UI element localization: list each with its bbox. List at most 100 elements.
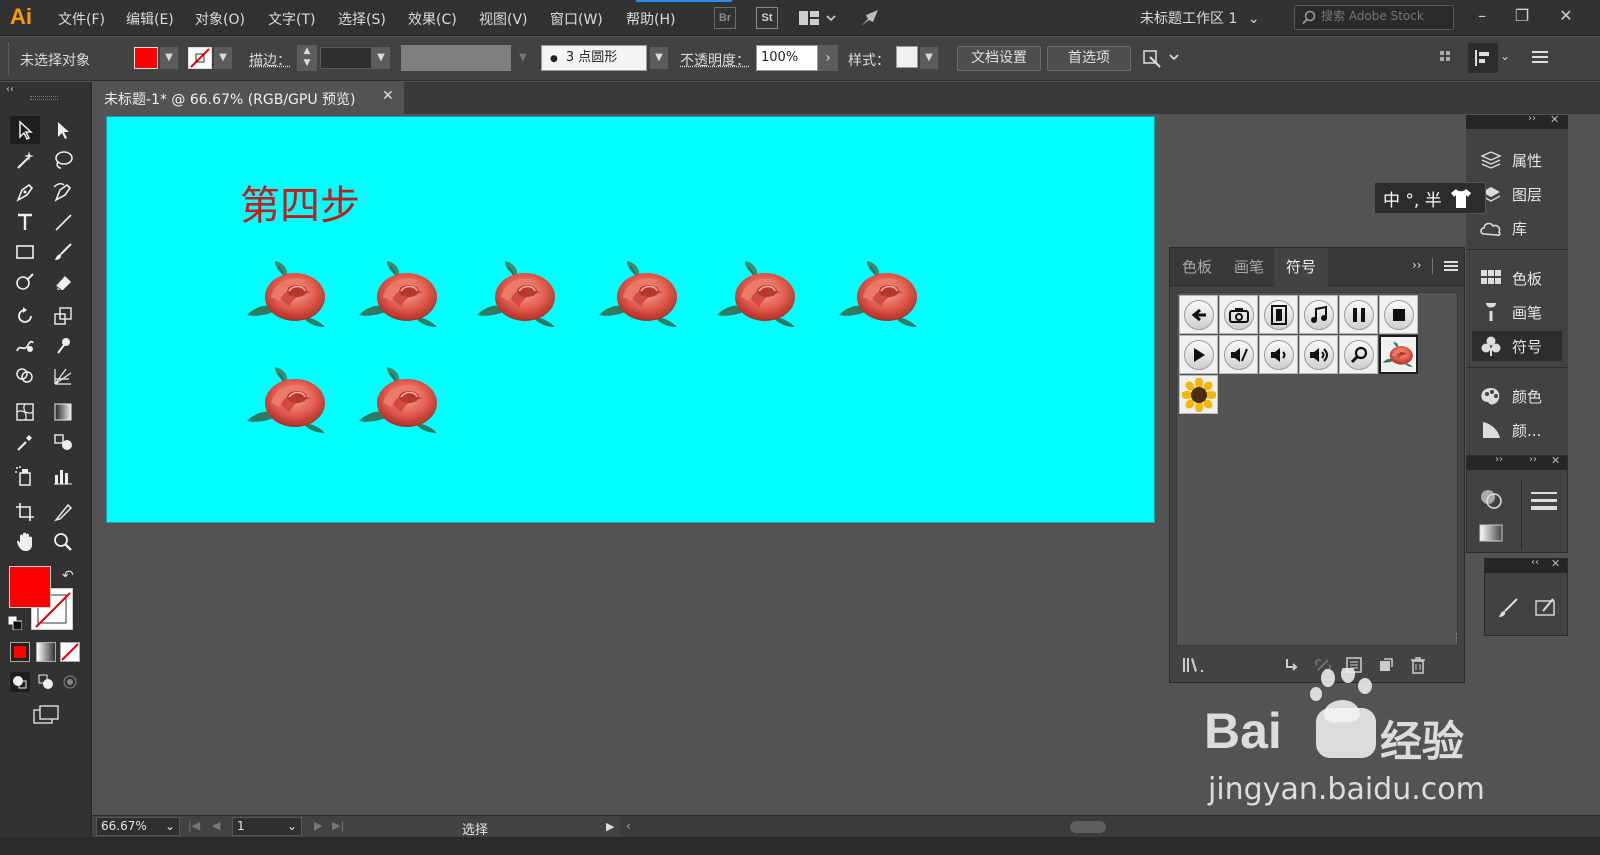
shape-builder-tool-icon[interactable]	[10, 362, 40, 390]
stock-search-box[interactable]	[1294, 5, 1454, 30]
curvature-tool-icon[interactable]	[48, 178, 78, 206]
dock-item-color-guide[interactable]: 颜...	[1472, 415, 1562, 445]
menu-file[interactable]: 文件(F)	[58, 9, 105, 29]
arrange-documents-icon[interactable]	[798, 9, 838, 31]
tab-swatches[interactable]: 色板	[1170, 248, 1224, 286]
paintbrush-tool-icon[interactable]	[48, 238, 78, 266]
stock-search-input[interactable]	[1321, 9, 1451, 23]
menu-type[interactable]: 文字(T)	[268, 9, 315, 29]
screen-mode-icon[interactable]	[32, 704, 60, 726]
opacity-arrow[interactable]: ›	[818, 45, 838, 71]
status-menu-arrow-icon[interactable]: ▶	[606, 820, 614, 833]
gradient-mode-icon[interactable]	[36, 642, 56, 662]
dock-item-symbols[interactable]: 符号	[1472, 331, 1562, 361]
symbol-cell[interactable]	[1219, 295, 1258, 334]
close-panel-icon[interactable]: ✕	[1551, 557, 1560, 570]
align-dropdown[interactable]: ⌄	[1500, 49, 1510, 63]
symbol-cell[interactable]	[1339, 295, 1378, 334]
column-graph-tool-icon[interactable]	[48, 462, 78, 490]
menu-window[interactable]: 窗口(W)	[550, 9, 603, 29]
transparency-icon[interactable]	[1477, 486, 1505, 514]
puppet-warp-tool-icon[interactable]	[48, 332, 78, 360]
blend-tool-icon[interactable]	[48, 428, 78, 456]
align-panel-icon[interactable]	[1468, 43, 1498, 73]
symbol-cell[interactable]	[1299, 335, 1338, 374]
dock-item-swatches[interactable]: 色板	[1472, 263, 1562, 293]
profile-dropdown[interactable]: ▼	[514, 45, 532, 71]
artboard[interactable]: 第四步	[106, 116, 1155, 523]
symbol-cell[interactable]	[1179, 295, 1218, 334]
step-heading[interactable]: 第四步	[240, 173, 360, 231]
last-artboard-icon[interactable]: ▶|	[332, 819, 344, 832]
selection-tool-icon[interactable]	[10, 116, 40, 144]
stock-button[interactable]: St	[756, 7, 778, 29]
symbol-cell[interactable]	[1179, 335, 1218, 374]
rose-instance[interactable]	[245, 257, 333, 335]
panel-menu-icon[interactable]	[1444, 260, 1458, 276]
menu-object[interactable]: 对象(O)	[195, 9, 245, 29]
direct-selection-tool-icon[interactable]	[48, 116, 78, 144]
type-tool-icon[interactable]	[10, 208, 40, 236]
color-mode-icon[interactable]	[10, 642, 30, 662]
dock-item-libraries[interactable]: 库	[1472, 213, 1562, 243]
eraser-tool-icon[interactable]	[48, 268, 78, 296]
document-tab[interactable]: 未标题-1* @ 66.67% (RGB/GPU 预览) ✕	[92, 82, 404, 114]
menu-view[interactable]: 视图(V)	[479, 9, 528, 29]
first-artboard-icon[interactable]: |◀	[188, 819, 200, 832]
close-window-button[interactable]: ✕	[1552, 5, 1580, 27]
menu-effect[interactable]: 效果(C)	[408, 9, 457, 29]
magic-wand-tool-icon[interactable]	[10, 146, 40, 174]
collapse-tools-icon[interactable]: ‹‹	[6, 84, 14, 95]
draw-normal-icon[interactable]	[10, 672, 30, 692]
document-setup-button[interactable]: 文档设置	[957, 46, 1041, 71]
slice-tool-icon[interactable]	[48, 498, 78, 526]
symbol-cell[interactable]	[1339, 335, 1378, 374]
rose-instance[interactable]	[357, 363, 445, 441]
shaper-tool-icon[interactable]	[10, 268, 40, 296]
warp-tool-icon[interactable]	[10, 332, 40, 360]
symbol-cell[interactable]	[1259, 295, 1298, 334]
scroll-left-icon[interactable]: ‹	[626, 819, 631, 833]
opacity-label[interactable]: 不透明度：	[680, 50, 750, 70]
grip-handle[interactable]	[8, 43, 11, 75]
stroke-weight-stepper[interactable]: ▲ ▼	[297, 45, 317, 71]
resize-grip[interactable]	[1453, 633, 1457, 643]
style-dropdown[interactable]: ▼	[920, 47, 938, 69]
tab-symbols[interactable]: 符号	[1274, 248, 1329, 286]
menu-help[interactable]: 帮助(H)	[626, 9, 675, 29]
close-panel-icon[interactable]: ✕	[1551, 454, 1560, 467]
rectangle-tool-icon[interactable]	[10, 238, 40, 266]
rotate-tool-icon[interactable]	[10, 302, 40, 330]
preferences-button[interactable]: 首选项	[1047, 46, 1131, 71]
rose-symbol[interactable]	[1379, 335, 1418, 374]
dock-item-brushes[interactable]: 画笔	[1472, 297, 1562, 327]
close-tab-icon[interactable]: ✕	[382, 88, 394, 104]
expand-panels-icon[interactable]: ››	[1529, 454, 1537, 465]
stroke-label[interactable]: 描边：	[249, 50, 291, 70]
swap-fill-stroke-icon[interactable]: ↶	[62, 568, 74, 584]
brush-panel-icon[interactable]	[1497, 597, 1519, 623]
horizontal-scrollbar[interactable]: ‹	[620, 816, 1600, 838]
grid-dots-icon[interactable]	[1440, 51, 1454, 69]
brush-definition[interactable]: ● 3 点圆形	[541, 45, 647, 71]
draw-behind-icon[interactable]	[36, 672, 56, 692]
rose-instance[interactable]	[837, 257, 925, 335]
zoom-tool-icon[interactable]	[48, 528, 78, 556]
stroke-weight-dropdown[interactable]: ▼	[372, 47, 390, 69]
tools-grip[interactable]	[30, 96, 58, 100]
tab-brushes[interactable]: 画笔	[1222, 248, 1276, 286]
brush-dropdown[interactable]: ▼	[650, 47, 668, 69]
gradient-panel-icon[interactable]	[1479, 524, 1503, 546]
rose-instance[interactable]	[357, 257, 445, 335]
control-menu-icon[interactable]	[1532, 49, 1548, 69]
symbol-sprayer-tool-icon[interactable]	[10, 462, 40, 490]
mesh-tool-icon[interactable]	[10, 398, 40, 426]
minimize-button[interactable]: –	[1468, 5, 1496, 27]
menu-edit[interactable]: 编辑(E)	[126, 9, 174, 29]
expand-panels-icon[interactable]: ››	[1528, 113, 1536, 124]
perspective-grid-tool-icon[interactable]	[48, 362, 78, 390]
sunflower-symbol[interactable]	[1179, 375, 1218, 414]
gradient-tool-icon[interactable]	[48, 398, 78, 426]
fill-dropdown[interactable]: ▼	[160, 47, 178, 69]
fill-color-box[interactable]	[9, 566, 51, 608]
